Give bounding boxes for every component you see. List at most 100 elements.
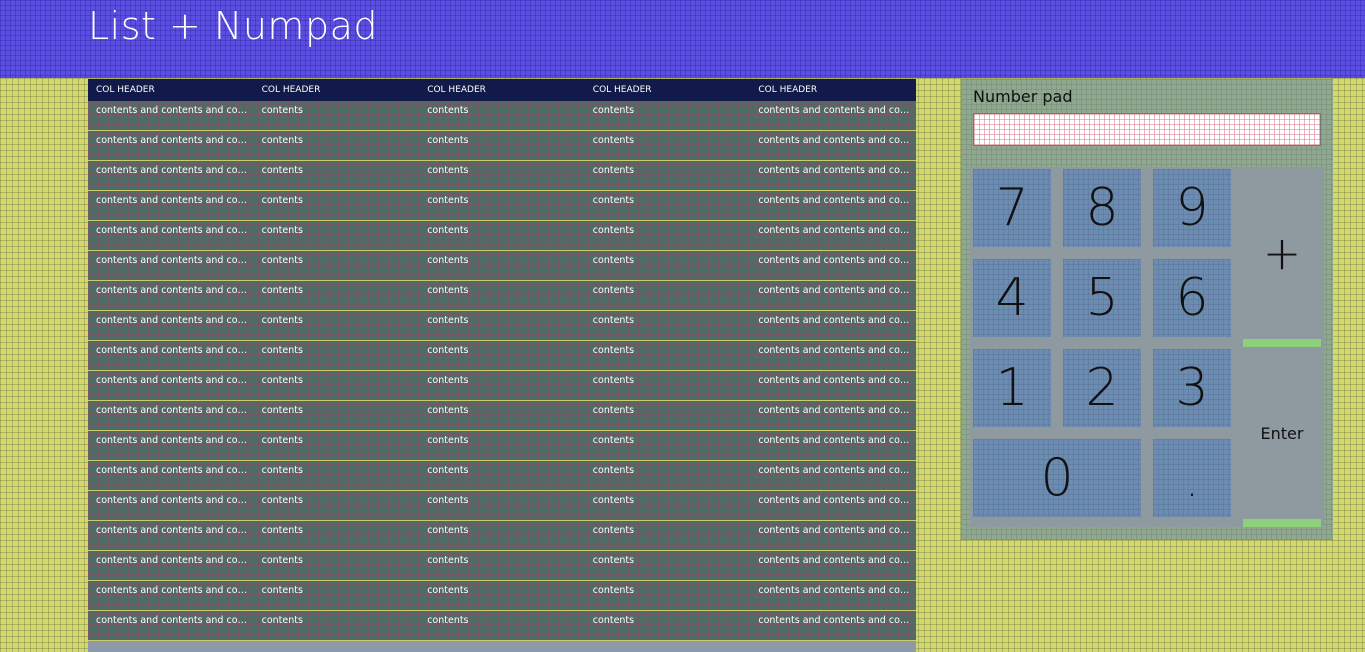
table-cell: contents [261, 465, 303, 476]
table-cell: contents and contents and contents [96, 105, 254, 116]
table-cell: contents and contents and contents [758, 195, 916, 206]
key-6[interactable]: 6 [1153, 259, 1231, 337]
table-row[interactable]: contents and contents and contents conten… [88, 401, 916, 431]
table-cell: contents [592, 435, 635, 446]
column-header-2[interactable]: COL HEADER [254, 79, 420, 101]
column-header-1[interactable]: COL HEADER [88, 79, 254, 101]
table-cell: contents and contents and contents [96, 195, 254, 206]
table-row[interactable]: contents and contents and contents conten… [88, 521, 916, 551]
table-row[interactable]: contents and contents and contents conten… [88, 131, 916, 161]
table-cell: contents and contents and contents [96, 225, 254, 236]
table-cell: contents [427, 255, 469, 266]
table-cell: contents and contents and contents [96, 315, 254, 326]
list-rows: contents and contents and contents conten… [88, 101, 916, 641]
key-5[interactable]: 5 [1063, 259, 1141, 337]
table-cell: contents [427, 555, 469, 566]
table-row[interactable]: contents and contents and contents conten… [88, 341, 916, 371]
table-cell: contents [427, 465, 469, 476]
table-cell: contents and contents and contents [758, 255, 916, 266]
table-cell: contents [427, 315, 469, 326]
table-cell: contents [427, 525, 469, 536]
app-header: List + Numpad [0, 0, 1365, 78]
table-row[interactable]: contents and contents and contents conten… [88, 581, 916, 611]
table-cell: contents [592, 465, 635, 476]
table-cell: contents and contents and contents [758, 585, 916, 596]
table-cell: contents [427, 105, 469, 116]
table-cell: contents [261, 195, 303, 206]
table-cell: contents [261, 255, 303, 266]
key-0[interactable]: 0 [973, 439, 1141, 517]
table-cell: contents and contents and contents [758, 435, 916, 446]
table-row[interactable]: contents and contents and contents conten… [88, 311, 916, 341]
table-cell: contents and contents and contents [758, 615, 916, 626]
table-cell: contents [592, 135, 635, 146]
table-row[interactable]: contents and contents and contents conten… [88, 221, 916, 251]
key-8[interactable]: 8 [1063, 169, 1141, 247]
table-cell: contents [427, 225, 469, 236]
table-cell: contents [592, 615, 635, 626]
data-list[interactable]: COL HEADER COL HEADER COL HEADER COL HEA… [88, 79, 916, 652]
table-cell: contents [261, 135, 303, 146]
table-cell: contents [427, 405, 469, 416]
table-cell: contents and contents and contents [96, 585, 254, 596]
table-row[interactable]: contents and contents and contents conten… [88, 491, 916, 521]
table-cell: contents [427, 435, 469, 446]
key-1[interactable]: 1 [973, 349, 1051, 427]
table-cell: contents [261, 105, 303, 116]
table-row[interactable]: contents and contents and contents conten… [88, 461, 916, 491]
table-row[interactable]: contents and contents and contents conten… [88, 281, 916, 311]
table-cell: contents [261, 435, 303, 446]
table-cell: contents [592, 555, 635, 566]
table-cell: contents [427, 195, 469, 206]
key-2[interactable]: 2 [1063, 349, 1141, 427]
column-header-3[interactable]: COL HEADER [419, 79, 585, 101]
table-row[interactable]: contents and contents and contents conten… [88, 551, 916, 581]
table-cell: contents and contents and contents [758, 135, 916, 146]
table-cell: contents and contents and contents [96, 375, 254, 386]
table-cell: contents [592, 105, 635, 116]
table-row[interactable]: contents and contents and contents conten… [88, 251, 916, 281]
table-cell: contents [427, 375, 469, 386]
table-cell: contents and contents and contents [758, 105, 916, 116]
table-row[interactable]: contents and contents and contents conten… [88, 101, 916, 131]
table-row[interactable]: contents and contents and contents conten… [88, 161, 916, 191]
key-plus[interactable]: + [1243, 169, 1321, 337]
table-cell: contents and contents and contents [758, 225, 916, 236]
key-decimal[interactable]: . [1153, 439, 1231, 517]
table-row[interactable]: contents and contents and contents conten… [88, 191, 916, 221]
table-cell: contents and contents and contents [96, 405, 254, 416]
key-4[interactable]: 4 [973, 259, 1051, 337]
table-cell: contents and contents and contents [758, 315, 916, 326]
table-cell: contents and contents and contents [758, 345, 916, 356]
table-cell: contents [427, 615, 469, 626]
table-cell: contents [261, 615, 303, 626]
table-cell: contents and contents and contents [96, 555, 254, 566]
table-cell: contents and contents and contents [758, 285, 916, 296]
table-cell: contents [261, 315, 303, 326]
table-row[interactable]: contents and contents and contents conten… [88, 371, 916, 401]
table-cell: contents [261, 285, 303, 296]
table-cell: contents [261, 585, 303, 596]
table-cell: contents and contents and contents [758, 375, 916, 386]
table-row[interactable]: contents and contents and contents conten… [88, 611, 916, 641]
key-9[interactable]: 9 [1153, 169, 1231, 247]
key-3[interactable]: 3 [1153, 349, 1231, 427]
table-cell: contents [261, 555, 303, 566]
key-7[interactable]: 7 [973, 169, 1051, 247]
table-cell: contents [261, 375, 303, 386]
column-header-5[interactable]: COL HEADER [750, 79, 916, 101]
table-cell: contents [427, 285, 469, 296]
table-cell: contents [592, 285, 635, 296]
table-cell: contents [427, 135, 469, 146]
enter-button[interactable]: Enter [1243, 349, 1321, 517]
table-cell: contents [592, 525, 635, 536]
table-cell: contents [261, 225, 303, 236]
table-cell: contents and contents and contents [758, 495, 916, 506]
table-cell: contents and contents and contents [96, 435, 254, 446]
numpad-label: Number pad [973, 87, 1073, 106]
table-row[interactable]: contents and contents and contents conten… [88, 431, 916, 461]
column-header-4[interactable]: COL HEADER [585, 79, 751, 101]
numpad-input[interactable] [973, 113, 1321, 146]
table-cell: contents [592, 375, 635, 386]
table-cell: contents and contents and contents [96, 165, 254, 176]
